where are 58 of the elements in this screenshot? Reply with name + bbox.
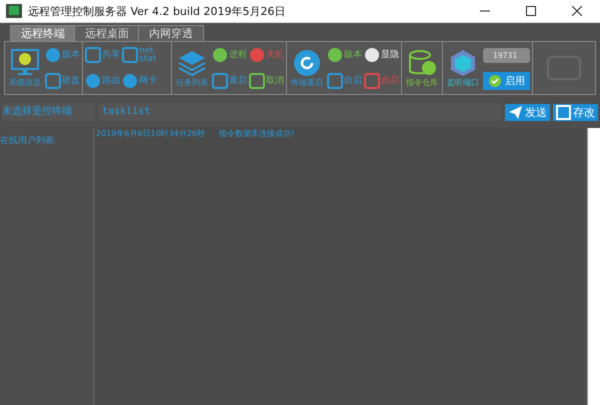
- circle-icon: [122, 73, 138, 89]
- tool-button[interactable]: 终端重启: [289, 48, 325, 88]
- list-title: 在线用户列表: [0, 136, 54, 146]
- save-icon: [556, 104, 571, 120]
- port-field[interactable]: 19731: [483, 48, 530, 62]
- circle-icon: [212, 47, 228, 63]
- tool-button[interactable]: 系统信息: [7, 48, 43, 88]
- square-icon: [85, 47, 101, 63]
- command-field[interactable]: tasklist: [98, 103, 502, 121]
- square-icon: [212, 73, 228, 89]
- log-message: 指令数据库连接成功!: [219, 128, 294, 139]
- enable-button[interactable]: 启用: [483, 72, 530, 90]
- circle-icon: [45, 47, 61, 63]
- tool-button[interactable]: 网卡: [122, 73, 169, 89]
- circle-icon: [249, 47, 265, 63]
- layers-icon: [177, 48, 207, 76]
- scrollbar[interactable]: [587, 128, 600, 405]
- check-icon: [488, 74, 502, 88]
- tool-button[interactable]: 重启: [212, 73, 247, 89]
- tool-button[interactable]: 进程: [212, 47, 247, 63]
- paper-plane-icon: [508, 104, 523, 120]
- square-icon: [249, 73, 265, 89]
- close-icon[interactable]: [572, 6, 582, 16]
- tab[interactable]: 远程终端: [10, 25, 76, 41]
- tab[interactable]: 内网穿透: [138, 25, 204, 41]
- monitor-icon: [10, 48, 40, 76]
- tool-button[interactable]: 自启: [327, 73, 362, 89]
- circle-icon: [327, 47, 343, 63]
- circle-icon: [85, 73, 101, 89]
- send-button[interactable]: 发送: [505, 104, 550, 120]
- window-title: 远程管理控制服务器 Ver 4.2 build 2019年5月26日: [28, 4, 286, 18]
- maximize-icon[interactable]: [526, 6, 536, 16]
- database-icon: [407, 48, 437, 76]
- tab[interactable]: 远程桌面: [74, 25, 140, 41]
- square-icon: [364, 73, 380, 89]
- tool-button[interactable]: 版本: [45, 47, 80, 63]
- app-icon: [6, 4, 22, 18]
- tool-button[interactable]: 共享: [85, 47, 120, 63]
- square-icon: [122, 47, 138, 63]
- tool-button[interactable]: 监听端口: [445, 48, 481, 88]
- log-time: 2019年6月6日10时34分26秒: [96, 128, 206, 139]
- square-icon: [45, 73, 61, 89]
- tool-button[interactable]: 自启: [364, 73, 399, 89]
- tool-button[interactable]: 指令仓库: [404, 48, 440, 88]
- target-label: 未选择受控终端: [2, 103, 95, 121]
- tool-button[interactable]: 显隐: [364, 47, 399, 63]
- refresh-icon: [292, 48, 322, 76]
- tool-button[interactable]: net stat: [122, 47, 169, 63]
- tool-button[interactable]: 关机: [249, 47, 284, 63]
- tool-button[interactable]: 版本: [327, 47, 362, 63]
- tool-button[interactable]: 路由: [85, 73, 120, 89]
- hexagon-icon: [448, 48, 478, 76]
- tool-button[interactable]: 硬盘: [45, 73, 80, 89]
- circle-icon: [364, 47, 380, 63]
- tool-button[interactable]: 取消: [249, 73, 284, 89]
- tool-button[interactable]: 任务列表: [174, 48, 210, 88]
- save-button[interactable]: 存改: [553, 104, 598, 120]
- square-icon: [327, 73, 343, 89]
